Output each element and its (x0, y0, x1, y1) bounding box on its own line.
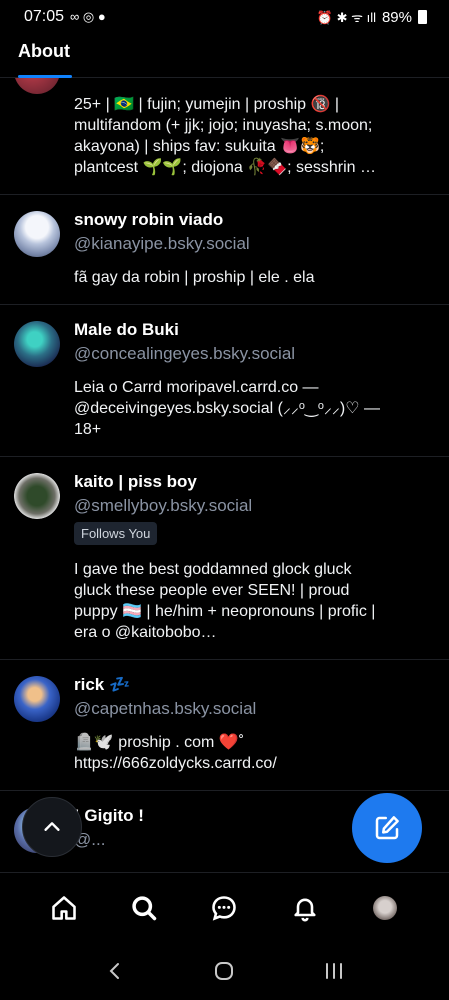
home-circle-icon (215, 962, 234, 980)
avatar[interactable] (14, 676, 60, 722)
compose-button[interactable] (352, 793, 422, 863)
user-name: snowy robin viado (74, 210, 224, 229)
user-handle: @capetnhas.bsky.social (74, 699, 257, 718)
compose-icon (375, 816, 399, 840)
user-name: kaito | piss boy (74, 472, 197, 491)
status-time: 07:05 (24, 8, 65, 25)
avatar[interactable] (14, 321, 60, 367)
user-name: Male do Buki (74, 320, 179, 339)
status-left: 07:05 ∞ ◎ ● (24, 8, 106, 26)
recents-icon (326, 963, 343, 979)
follows-you-badge: Follows You (74, 522, 158, 545)
avatar[interactable] (14, 211, 60, 257)
nav-chat[interactable] (202, 886, 246, 930)
list-item[interactable]: 25+ | 🇧🇷 | fujin; yumejin | proship 🔞 | … (0, 78, 449, 195)
user-bio: I gave the best goddamned glock gluck gl… (74, 561, 376, 641)
status-bar: 07:05 ∞ ◎ ● ⏰ ✱ ᯤ ıll 89% (0, 0, 449, 34)
user-bio: fã gay da robin | proship | ele . ela (74, 269, 315, 286)
user-handle: @kianayipe.bsky.social (74, 234, 250, 253)
status-right: ⏰ ✱ ᯤ ıll 89% (317, 8, 427, 26)
list-item[interactable]: kaito | piss boy @smellyboy.bsky.social … (0, 457, 449, 660)
system-home-button[interactable] (204, 951, 244, 991)
chevron-up-icon (44, 822, 60, 831)
user-bio: 25+ | 🇧🇷 | fujin; yumejin | proship 🔞 | … (74, 96, 377, 176)
system-recents-button[interactable] (314, 951, 354, 991)
tab-about[interactable]: About (18, 41, 70, 62)
avatar[interactable] (14, 473, 60, 519)
notification-icons: ∞ ◎ ● (70, 9, 106, 24)
list-item[interactable]: snowy robin viado @kianayipe.bsky.social… (0, 195, 449, 305)
user-handle: @concealingeyes.bsky.social (74, 344, 296, 363)
list-item[interactable]: rick 💤 @capetnhas.bsky.social 🪦🕊️ proshi… (0, 660, 449, 791)
follower-list[interactable]: 25+ | 🇧🇷 | fujin; yumejin | proship 🔞 | … (0, 78, 449, 872)
back-icon (109, 963, 119, 979)
user-name: rick 💤 (74, 675, 131, 694)
avatar[interactable] (14, 78, 60, 94)
profile-tabs-header: About (0, 34, 449, 78)
list-item[interactable]: Male do Buki @concealingeyes.bsky.social… (0, 305, 449, 457)
signal-icons: ⏰ ✱ ᯤ ıll (316, 10, 376, 25)
user-bio: 🪦🕊️ proship . com ❤️˚ https://666zoldyck… (74, 734, 277, 772)
battery-level: 89% (381, 8, 412, 26)
profile-avatar (372, 895, 397, 920)
nav-profile[interactable] (363, 886, 407, 930)
chat-icon (212, 895, 237, 921)
bell-icon (294, 898, 316, 921)
system-back-button[interactable] (95, 951, 135, 991)
home-icon (52, 895, 76, 920)
battery-icon (418, 10, 427, 24)
tab-active-indicator (18, 75, 72, 78)
search-icon (132, 895, 157, 920)
system-nav-bar (0, 942, 449, 1000)
nav-search[interactable] (122, 886, 166, 930)
nav-home[interactable] (42, 886, 86, 930)
user-bio: Leia o Carrd moripavel.carrd.co — @decei… (74, 379, 380, 438)
scroll-to-top-button[interactable] (22, 797, 82, 857)
user-handle: @smellyboy.bsky.social (74, 496, 253, 515)
bottom-nav (0, 872, 449, 942)
nav-notifications[interactable] (283, 886, 327, 930)
